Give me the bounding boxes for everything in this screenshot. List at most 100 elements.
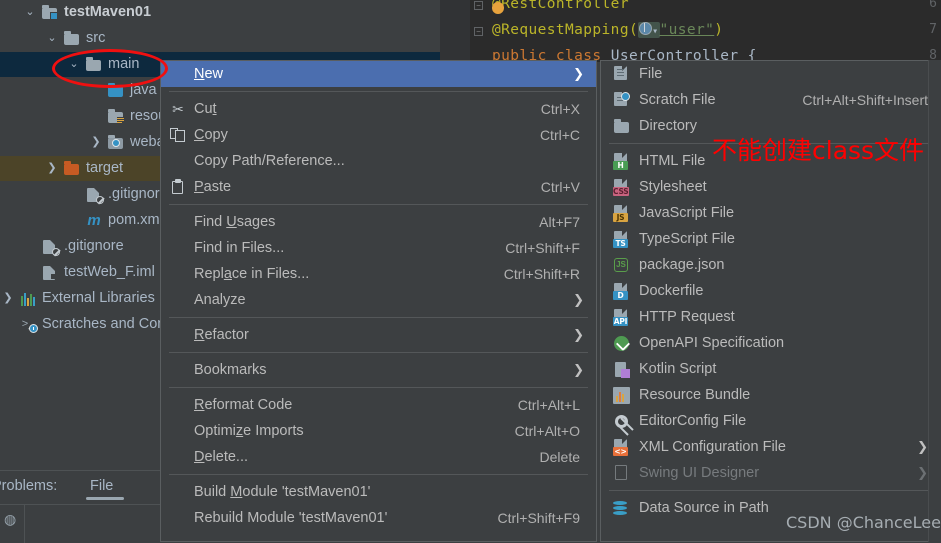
submenu-item-file[interactable]: File	[601, 61, 940, 87]
inlay-hint: ▾	[638, 22, 660, 38]
tree-label: .gitignore	[64, 238, 124, 254]
submenu-item-scratch-file[interactable]: Scratch File Ctrl+Alt+Shift+Insert	[601, 87, 940, 113]
tree-label: main	[108, 56, 140, 72]
chevron-down-icon[interactable]: ⌄	[24, 0, 36, 25]
tree-label: java	[130, 82, 157, 98]
excluded-folder-icon	[64, 161, 80, 176]
submenu-item-http-request[interactable]: API HTTP Request	[601, 304, 940, 330]
code-line-6: @RestController	[492, 0, 629, 12]
menu-separator	[169, 91, 588, 92]
menu-item-paste[interactable]: Paste Ctrl+V	[161, 174, 596, 200]
submenu-item-stylesheet[interactable]: CSS Stylesheet	[601, 174, 940, 200]
openapi-icon	[613, 335, 630, 352]
module-folder-icon	[42, 5, 58, 20]
menu-item-label: Copy	[194, 127, 228, 143]
new-submenu[interactable]: File Scratch File Ctrl+Alt+Shift+Insert …	[600, 60, 941, 542]
submenu-right-edge	[928, 60, 941, 542]
chevron-right-icon[interactable]: ❯	[90, 130, 102, 155]
submenu-item-xml-configuration-file[interactable]: <> XML Configuration File ❯	[601, 434, 940, 460]
resource-root-icon	[108, 109, 125, 125]
menu-item-new[interactable]: New ❯	[161, 61, 596, 87]
code-fold-toggle[interactable]: −	[474, 1, 483, 10]
chevron-right-icon[interactable]: ❯	[46, 156, 58, 181]
tree-label: testMaven01	[64, 4, 152, 20]
scratches-icon: >_	[20, 317, 38, 333]
menu-accelerator: Ctrl+Shift+F	[505, 240, 580, 256]
menu-accelerator: Ctrl+Shift+R	[503, 266, 580, 282]
submenu-accelerator: Ctrl+Alt+Shift+Insert	[802, 92, 928, 108]
intention-bulb-icon[interactable]	[492, 2, 504, 14]
tab-file[interactable]: File	[86, 478, 124, 500]
menu-item-replace-in-files[interactable]: Replace in Files... Ctrl+Shift+R	[161, 261, 596, 287]
menu-item-find-in-files[interactable]: Find in Files... Ctrl+Shift+F	[161, 235, 596, 261]
code-fold-toggle[interactable]: −	[474, 27, 483, 36]
menu-item-label: Build Module 'testMaven01'	[194, 484, 371, 500]
menu-item-find-usages[interactable]: Find Usages Alt+F7	[161, 209, 596, 235]
menu-item-optimize-imports[interactable]: Optimize Imports Ctrl+Alt+O	[161, 418, 596, 444]
menu-item-analyze[interactable]: Analyze ❯	[161, 287, 596, 313]
tree-row-src[interactable]: ⌄ src	[0, 26, 440, 51]
inspection-icon[interactable]: ◍	[4, 512, 19, 527]
submenu-item-resource-bundle[interactable]: Resource Bundle	[601, 382, 940, 408]
submenu-item-label: File	[639, 66, 663, 82]
menu-item-delete[interactable]: Delete... Delete	[161, 444, 596, 470]
globe-icon	[639, 22, 653, 35]
menu-item-copy-path-reference[interactable]: Copy Path/Reference...	[161, 148, 596, 174]
menu-item-label: Analyze	[194, 292, 246, 308]
tab-underline	[86, 497, 124, 500]
menu-item-label: Replace in Files...	[194, 266, 310, 282]
chevron-right-icon[interactable]: ❯	[2, 286, 14, 311]
submenu-item-javascript-file[interactable]: JS JavaScript File	[601, 200, 940, 226]
submenu-item-label: Stylesheet	[639, 179, 707, 195]
tab-file-label: File	[90, 478, 114, 494]
tree-row-testmaven01[interactable]: ⌄ testMaven01	[0, 0, 440, 25]
kotlin-icon	[613, 361, 630, 378]
web-root-icon	[108, 135, 124, 150]
chevron-right-icon: ❯	[573, 292, 584, 307]
menu-separator	[169, 387, 588, 388]
string-token: "user"	[659, 22, 715, 38]
menu-item-refactor[interactable]: Refactor ❯	[161, 322, 596, 348]
menu-separator	[169, 352, 588, 353]
chevron-down-icon[interactable]: ⌄	[46, 26, 58, 51]
submenu-item-package-json[interactable]: JS package.json	[601, 252, 940, 278]
submenu-item-label: TypeScript File	[639, 231, 735, 247]
chevron-right-icon: ❯	[573, 362, 584, 377]
swing-designer-icon	[613, 465, 630, 482]
menu-accelerator: Delete	[539, 449, 580, 465]
submenu-item-label: JavaScript File	[639, 205, 735, 221]
menu-item-rebuild-module[interactable]: Rebuild Module 'testMaven01' Ctrl+Shift+…	[161, 505, 596, 531]
menu-item-label: Refactor	[194, 327, 249, 343]
submenu-item-editorconfig-file[interactable]: EditorConfig File	[601, 408, 940, 434]
menu-item-label: Cut	[194, 101, 217, 117]
submenu-item-swing-ui-designer: Swing UI Designer ❯	[601, 460, 940, 486]
chevron-down-icon[interactable]: ⌄	[68, 52, 80, 77]
menu-accelerator: Ctrl+C	[539, 127, 580, 143]
tree-label: testWeb_F.iml	[64, 264, 155, 280]
code-editor[interactable]: 6 7 8 − − @RestController @RequestMappin…	[440, 0, 941, 62]
menu-item-copy[interactable]: Copy Ctrl+C	[161, 122, 596, 148]
submenu-item-openapi-specification[interactable]: OpenAPI Specification	[601, 330, 940, 356]
css-file-icon: CSS	[613, 179, 630, 196]
paren-token: )	[714, 22, 724, 38]
context-menu[interactable]: New ❯ ✂ Cut Ctrl+X Copy Ctrl+C Copy Path…	[160, 60, 597, 542]
menu-separator	[169, 317, 588, 318]
menu-item-reformat-code[interactable]: Reformat Code Ctrl+Alt+L	[161, 392, 596, 418]
editor-gutter	[440, 0, 470, 62]
csdn-watermark: CSDN @ChanceLee1	[786, 513, 941, 532]
menu-item-bookmarks[interactable]: Bookmarks ❯	[161, 357, 596, 383]
submenu-item-label: XML Configuration File	[639, 439, 786, 455]
menu-item-cut[interactable]: ✂ Cut Ctrl+X	[161, 96, 596, 122]
submenu-item-dockerfile[interactable]: D Dockerfile	[601, 278, 940, 304]
submenu-item-typescript-file[interactable]: TS TypeScript File	[601, 226, 940, 252]
menu-accelerator: Ctrl+X	[540, 101, 580, 117]
menu-item-label: Find in Files...	[194, 240, 285, 256]
tree-label: pom.xml	[108, 212, 163, 228]
red-annotation-text: 不能创建class文件	[712, 136, 925, 165]
ignored-file-icon	[42, 239, 60, 256]
submenu-item-kotlin-script[interactable]: Kotlin Script	[601, 356, 940, 382]
menu-separator	[169, 204, 588, 205]
nodejs-icon: JS	[613, 257, 630, 274]
menu-item-build-module[interactable]: Build Module 'testMaven01'	[161, 479, 596, 505]
submenu-item-label: Scratch File	[639, 92, 716, 108]
